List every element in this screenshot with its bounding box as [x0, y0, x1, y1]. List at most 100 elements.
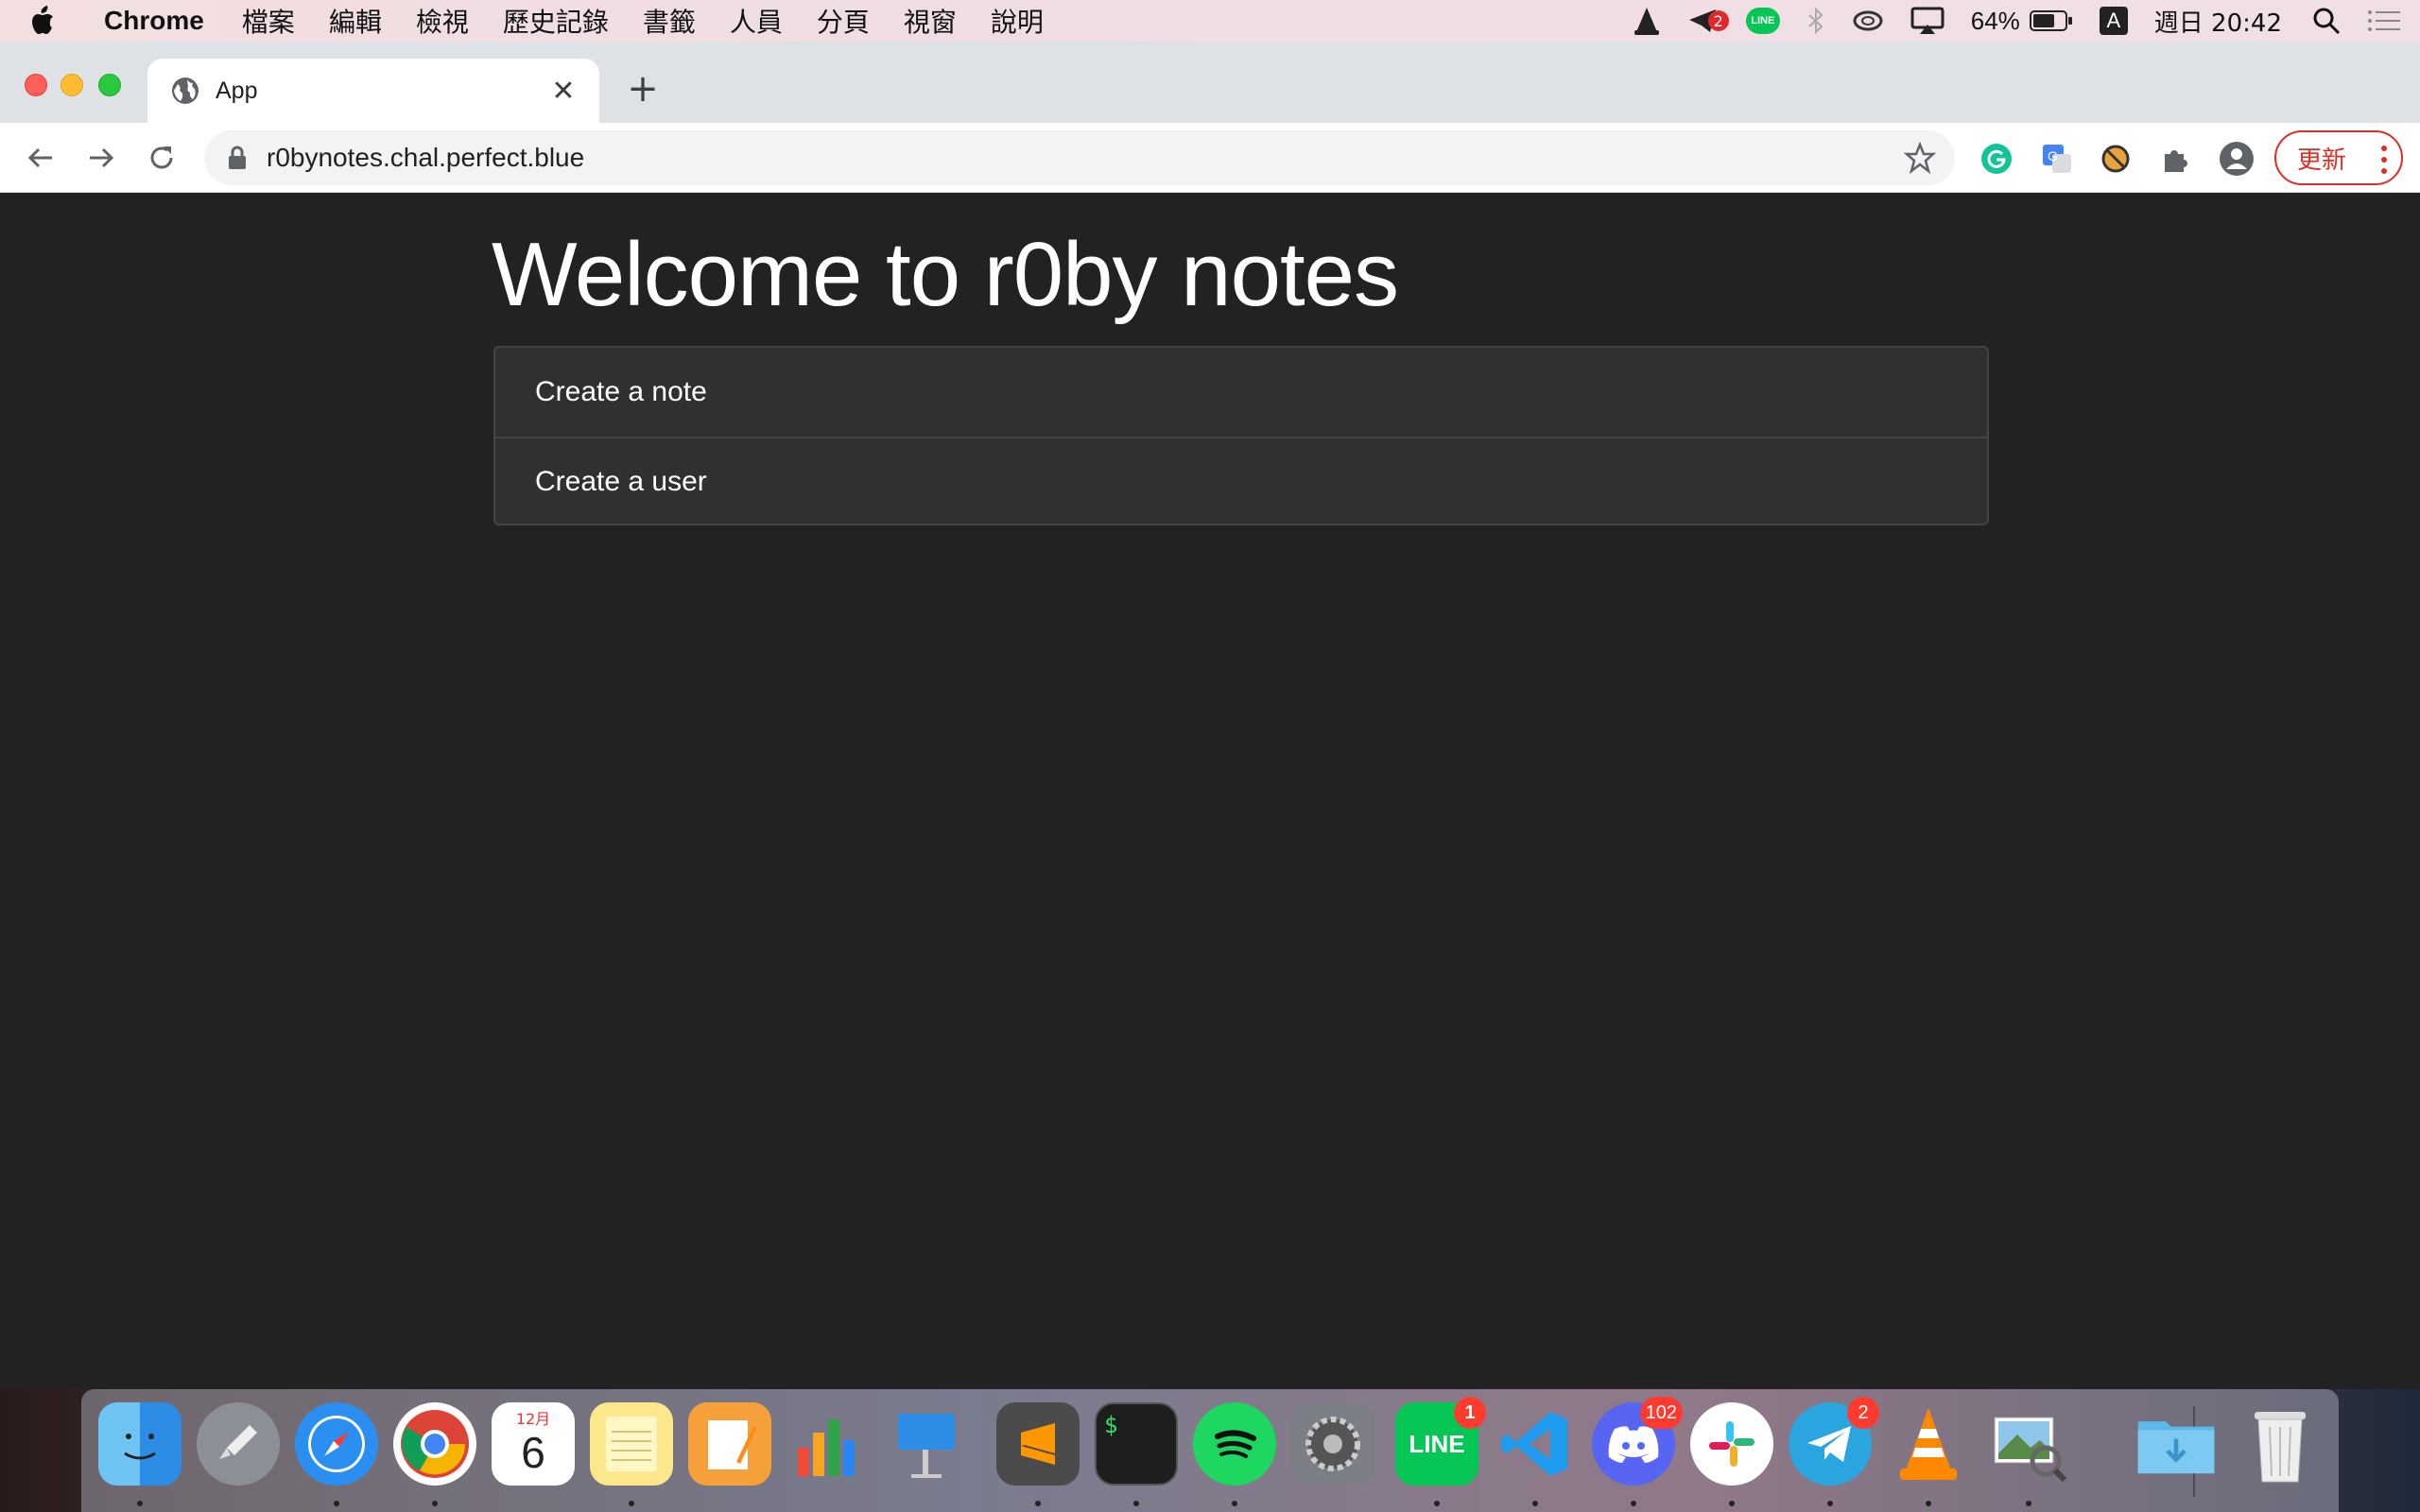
airplay-icon[interactable] — [1910, 7, 1945, 35]
pages-icon[interactable] — [688, 1402, 771, 1486]
window-close-button[interactable] — [25, 74, 47, 96]
dock-running-dot — [432, 1501, 438, 1506]
battery-percent: 64% — [1970, 6, 2020, 35]
profile-avatar-icon[interactable] — [2218, 140, 2256, 178]
telegram-badge: 2 — [1847, 1397, 1879, 1429]
finder-icon[interactable] — [98, 1402, 182, 1486]
browser-tab-app[interactable]: App ✕ — [147, 59, 599, 123]
numbers-icon[interactable] — [786, 1402, 870, 1486]
vlc-icon[interactable] — [1887, 1402, 1970, 1486]
svg-text:G: G — [2048, 148, 2058, 163]
launchpad-icon[interactable] — [197, 1402, 280, 1486]
safari-icon[interactable] — [295, 1402, 378, 1486]
tab-close-icon[interactable]: ✕ — [548, 75, 579, 108]
preview-icon[interactable] — [1987, 1402, 2070, 1486]
slack-icon[interactable] — [1690, 1402, 1773, 1486]
dock-running-dot — [1926, 1501, 1931, 1506]
trash-icon[interactable] — [2238, 1402, 2322, 1486]
google-translate-extension-icon[interactable]: G — [2038, 140, 2076, 178]
create-user-link[interactable]: Create a user — [495, 437, 1987, 524]
update-label: 更新 — [2297, 146, 2347, 175]
apple-menu-icon[interactable] — [28, 0, 81, 42]
line-status-label: LINE — [1745, 8, 1780, 34]
menu-tab[interactable]: 分頁 — [817, 2, 870, 40]
window-minimize-button[interactable] — [60, 74, 83, 96]
menu-file[interactable]: 檔案 — [242, 2, 295, 40]
menu-history[interactable]: 歷史記錄 — [503, 2, 609, 40]
chrome-icon[interactable] — [393, 1402, 476, 1486]
menu-edit[interactable]: 編輯 — [329, 2, 382, 40]
blocker-extension-icon[interactable] — [2097, 140, 2135, 178]
lock-icon[interactable] — [227, 146, 248, 170]
bookmark-star-icon[interactable] — [1904, 142, 1936, 174]
menubar-clock[interactable]: 週日 20:42 — [2154, 4, 2282, 39]
dock-running-dot — [1532, 1501, 1538, 1506]
sublime-text-icon[interactable] — [996, 1402, 1080, 1486]
bluetooth-icon[interactable] — [1806, 7, 1825, 35]
calendar-day: 6 — [521, 1428, 545, 1477]
create-note-link[interactable]: Create a note — [495, 348, 1987, 437]
telegram-icon[interactable]: 2 — [1789, 1397, 1879, 1486]
telegram-status-icon[interactable]: 2 — [1687, 7, 1729, 35]
dock-running-dot — [137, 1501, 143, 1506]
dock-running-dot — [1729, 1501, 1735, 1506]
telegram-status-badge: 2 — [1707, 10, 1729, 31]
menu-view[interactable]: 檢視 — [416, 2, 469, 40]
menu-help[interactable]: 說明 — [991, 2, 1044, 40]
notes-icon[interactable] — [590, 1402, 673, 1486]
action-list-group: Create a note Create a user — [493, 346, 1989, 525]
chrome-update-button[interactable]: 更新 — [2274, 130, 2403, 185]
dock-running-dot — [1232, 1501, 1237, 1506]
line-app-label: LINE — [1409, 1429, 1465, 1458]
dock-running-dot — [1434, 1501, 1440, 1506]
line-badge: 1 — [1454, 1397, 1486, 1429]
address-bar[interactable]: r0bynotes.chal.perfect.blue — [204, 130, 1955, 185]
terminal-icon[interactable]: $ — [1095, 1402, 1178, 1486]
window-zoom-button[interactable] — [98, 74, 121, 96]
discord-badge: 102 — [1639, 1397, 1683, 1429]
chrome-toolbar: r0bynotes.chal.perfect.blue G 更新 — [0, 123, 2420, 193]
reload-icon[interactable] — [140, 136, 183, 180]
battery-icon[interactable] — [2029, 9, 2073, 32]
menu-window[interactable]: 視窗 — [904, 2, 957, 40]
input-source-label: A — [2099, 7, 2128, 35]
spotify-icon[interactable] — [1193, 1402, 1276, 1486]
discord-icon[interactable]: 102 — [1592, 1397, 1683, 1486]
globe-icon — [172, 77, 199, 104]
notification-center-icon[interactable] — [2367, 9, 2401, 33]
web-page-content: Welcome to r0by notes Create a note Crea… — [0, 193, 2420, 1389]
line-status-icon[interactable]: LINE — [1745, 8, 1780, 34]
url-text[interactable]: r0bynotes.chal.perfect.blue — [267, 143, 584, 173]
back-arrow-icon[interactable] — [19, 136, 62, 180]
page-title: Welcome to r0by notes — [492, 224, 1399, 325]
input-source-icon[interactable]: A — [2099, 7, 2128, 35]
dock-running-dot — [334, 1501, 339, 1506]
calendar-icon[interactable]: 12月 6 — [492, 1402, 575, 1486]
keynote-icon[interactable] — [885, 1402, 968, 1486]
menu-extras: 2 LINE 64% A 週日 20:42 — [1633, 0, 2420, 42]
creative-cloud-icon[interactable] — [1852, 9, 1884, 32]
vlc-status-icon[interactable] — [1633, 6, 1661, 36]
forward-arrow-icon[interactable] — [79, 136, 123, 180]
line-app-icon[interactable]: LINE 1 — [1395, 1397, 1486, 1486]
menu-app-name[interactable]: Chrome — [104, 6, 204, 36]
dock-running-dot — [1133, 1501, 1139, 1506]
vscode-icon[interactable] — [1494, 1402, 1577, 1486]
dock-running-dot — [2026, 1501, 2031, 1506]
menu-bookmarks[interactable]: 書籤 — [643, 2, 696, 40]
dock-running-dot — [1035, 1501, 1041, 1506]
more-vert-icon — [2380, 146, 2388, 174]
tab-title: App — [216, 77, 258, 104]
menu-people[interactable]: 人員 — [730, 2, 783, 40]
dock-running-dot — [1827, 1501, 1833, 1506]
terminal-prompt: $ — [1104, 1412, 1118, 1438]
calendar-month: 12月 — [515, 1410, 551, 1428]
chrome-tab-strip: App ✕ + — [0, 42, 2420, 123]
downloads-folder-icon[interactable] — [2135, 1402, 2218, 1486]
grammarly-extension-icon[interactable] — [1978, 140, 2015, 178]
new-tab-button[interactable]: + — [624, 67, 662, 111]
macos-dock: 12月 6 $ LINE 1 102 2 — [81, 1389, 2339, 1512]
spotlight-search-icon[interactable] — [2312, 7, 2341, 35]
system-preferences-gear-icon[interactable] — [1291, 1402, 1374, 1486]
extensions-puzzle-icon[interactable] — [2157, 140, 2195, 178]
